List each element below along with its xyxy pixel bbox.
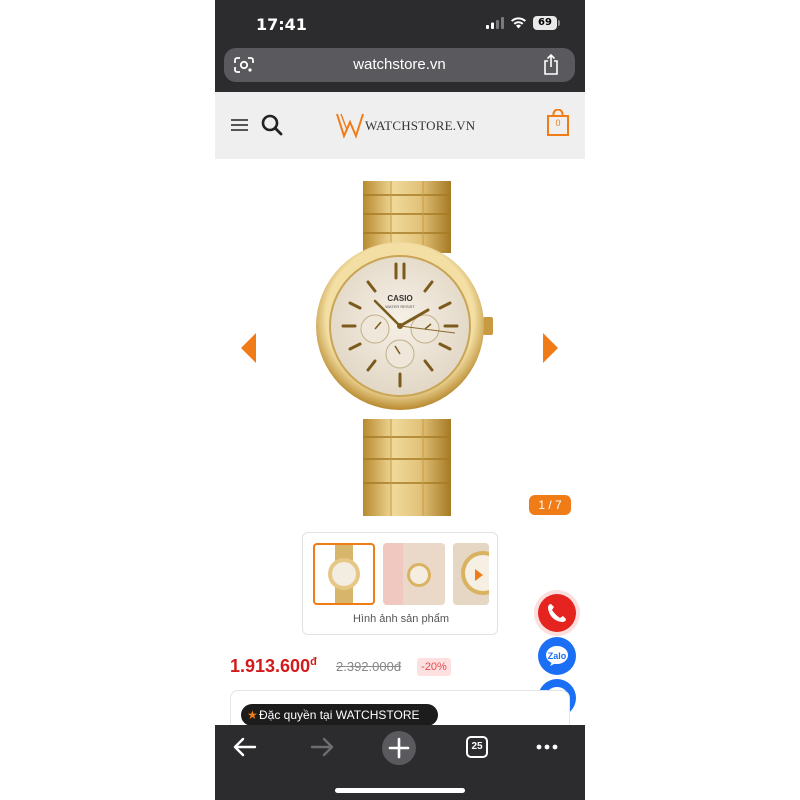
call-button[interactable] — [538, 594, 576, 632]
battery-icon: 69 — [533, 16, 560, 30]
cart-count: 0 — [555, 118, 561, 128]
forward-arrow-icon[interactable] — [310, 737, 334, 757]
thumbnail-caption: Hình ảnh sản phẩm — [352, 613, 449, 625]
wifi-icon — [511, 17, 526, 29]
thumbnail-watch-image — [328, 545, 360, 603]
phone-screen: 17:41 69 watchstore.vn WATCHSTORE.VN 0 C… — [215, 0, 585, 800]
status-bar: 17:41 69 — [215, 0, 585, 46]
zalo-label: Zalo — [547, 651, 567, 661]
current-price: 1.913.600đ — [230, 656, 317, 677]
search-icon[interactable] — [261, 114, 283, 136]
status-time: 17:41 — [256, 15, 307, 34]
home-indicator — [335, 788, 465, 793]
price-currency: đ — [310, 656, 317, 668]
address-bar[interactable]: watchstore.vn — [224, 48, 575, 82]
original-price: 2.392.000đ — [336, 659, 402, 674]
new-tab-icon — [388, 737, 410, 759]
back-arrow-icon[interactable] — [233, 737, 257, 757]
site-logo-text[interactable]: WATCHSTORE.VN — [365, 118, 475, 134]
google-lens-icon[interactable] — [234, 56, 254, 74]
thumbnail-1[interactable] — [313, 543, 375, 605]
privilege-label: Đặc quyền tại WATCHSTORE — [259, 708, 420, 722]
more-icon[interactable] — [535, 737, 559, 757]
product-image: CASIO WATER RESIST — [316, 181, 493, 516]
star-icon: ★ — [247, 708, 258, 722]
tabs-icon[interactable]: 25 — [466, 736, 488, 758]
new-tab-button[interactable] — [382, 731, 416, 765]
thumbnail-2[interactable] — [383, 543, 445, 605]
next-arrow-icon[interactable] — [542, 333, 558, 363]
url-text[interactable]: watchstore.vn — [224, 48, 575, 82]
svg-text:CASIO: CASIO — [387, 294, 412, 303]
thumbnail-next-icon[interactable] — [475, 569, 483, 581]
cellular-signal-icon — [486, 17, 504, 29]
phone-icon — [548, 604, 566, 622]
svg-text:WATER RESIST: WATER RESIST — [385, 304, 415, 309]
browser-address-area: watchstore.vn — [215, 46, 585, 92]
site-header: WATCHSTORE.VN 0 — [215, 92, 585, 159]
thumbnail-strip: Hình ảnh sản phẩm — [302, 532, 498, 635]
thumbnail-lifestyle-image — [383, 543, 445, 605]
image-counter: 1 / 7 — [529, 495, 571, 515]
browser-toolbar: 25 — [215, 725, 585, 800]
price-value: 1.913.600 — [230, 656, 311, 676]
watchstore-logo-icon[interactable] — [335, 110, 365, 140]
thumbnail-3[interactable] — [453, 543, 489, 605]
privilege-badge[interactable]: ★ Đặc quyền tại WATCHSTORE — [241, 704, 438, 726]
battery-level: 69 — [533, 16, 557, 30]
hamburger-menu-icon[interactable] — [231, 118, 248, 132]
share-icon[interactable] — [542, 54, 560, 75]
product-gallery[interactable]: CASIO WATER RESIST 1 / 7 — [215, 159, 585, 529]
thumbnail-closeup-image — [453, 543, 489, 605]
zalo-button[interactable]: Zalo — [538, 637, 576, 675]
discount-badge: -20% — [417, 658, 451, 676]
previous-arrow-icon[interactable] — [241, 333, 257, 363]
